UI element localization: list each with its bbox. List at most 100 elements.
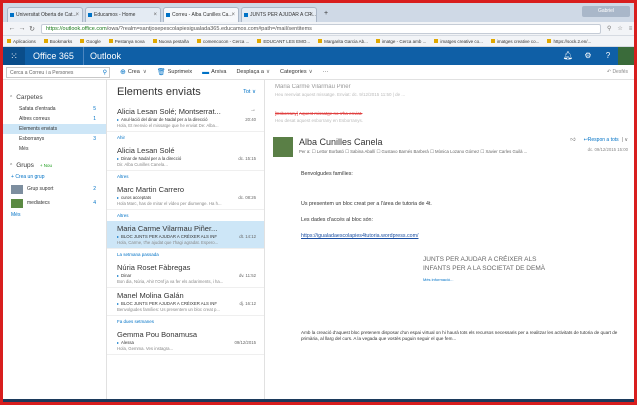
bookmark-item[interactable]: https://sock.2.en/... (547, 39, 591, 44)
chevron-down-icon[interactable]: | ∨ (622, 137, 628, 143)
message-item[interactable]: Maria Carme Vilarmau Piñer... ▸ BLOC JUNTS… (107, 221, 264, 249)
reply-all-button[interactable]: 👍︎ ↩ Respon a tots | ∨ (570, 137, 628, 143)
draft-notice[interactable]: [Esborrany] Aquest missatge no s'ha envi… (265, 111, 634, 116)
folder-label: Altres correus (19, 116, 50, 122)
expand-arrow-icon[interactable]: ▸ (117, 301, 119, 306)
bookmark-item[interactable]: Aplicacions (7, 39, 36, 44)
folder-item[interactable]: Elements enviats (3, 124, 106, 134)
app-name[interactable]: Outlook (83, 47, 121, 65)
categories-button[interactable]: Categories ∨ (280, 69, 313, 75)
new-button[interactable]: ⊕ Crea ∨ (120, 68, 147, 76)
app-launcher-icon[interactable]: ⁙ (3, 47, 25, 65)
chevron-up-icon: ⌃ (9, 163, 14, 169)
browser-tab[interactable]: Educamos - Home × (85, 7, 161, 22)
more-groups-link[interactable]: Més (3, 210, 106, 220)
bookmark-item[interactable]: Google (80, 39, 101, 44)
browser-tab[interactable]: JUNTS PER AJUDAR A CR... × (241, 7, 317, 22)
bookmark-item[interactable]: comencocon - Cerca ... (196, 39, 249, 44)
bookmark-item[interactable]: Pestanya nova (108, 39, 145, 44)
expand-arrow-icon[interactable]: ▸ (117, 195, 119, 200)
message-item[interactable]: Manel Molina Galán ▸ BLOC JUNTS PER AJUDAR… (107, 288, 264, 316)
google-icon (434, 39, 439, 43)
bell-icon[interactable]: 🔔︎ (558, 47, 578, 65)
message-from: Alicia Lesan Solé; Montserrat... (117, 107, 221, 116)
folder-label: Esborranys (19, 136, 45, 142)
bookmark-item[interactable]: Nuova pestaña (152, 39, 189, 44)
list-header: Elements enviats Tot ∨ (107, 80, 264, 104)
sender-block: Alba Cunilles Canela Per a: ☐ Lettor Bor… (299, 137, 527, 155)
forward-arrow-icon[interactable]: → (17, 25, 27, 32)
groups-header[interactable]: ⌃ Grups + Nou (3, 160, 106, 172)
link-preview-more[interactable]: Més informació... (423, 277, 563, 282)
office365-suite-bar: ⁙ Office 365 Outlook 🔔︎ ⚙ ? (3, 47, 634, 65)
folder-item[interactable]: Més (3, 144, 106, 154)
search-icon[interactable]: ⚲ (103, 68, 107, 78)
like-icon[interactable]: 👍︎ (570, 137, 575, 143)
message-item[interactable]: Alicia Lesan Solé ▸ Dinar de Nadal per a l… (107, 143, 264, 171)
group-item[interactable]: Grup suport 2 (3, 182, 106, 196)
forward-arrow-icon: → (250, 107, 256, 113)
close-icon[interactable]: × (309, 8, 313, 22)
move-button[interactable]: Desplaça a ∨ (236, 69, 270, 75)
close-icon[interactable]: × (75, 8, 79, 22)
gear-icon[interactable]: ⚙ (578, 47, 598, 65)
sender-avatar[interactable] (273, 137, 293, 157)
undo-button[interactable]: ↶ Desfés (607, 69, 628, 75)
message-paragraph: Amb la creació d'aquest bloc pretenem di… (301, 330, 618, 341)
suite-name[interactable]: Office 365 (25, 51, 83, 61)
tab-label: Educamos - Home (94, 12, 136, 18)
bookmarks-bar: Aplicacions Bookmarks Google Pestanya no… (3, 36, 634, 47)
blog-link[interactable]: https://igualadaescolapies4tutoria.wordp… (265, 233, 634, 239)
search-input[interactable]: Cerca a Correu i a Persones ⚲ (6, 66, 110, 78)
new-tab-button[interactable]: + (319, 7, 333, 22)
folder-item[interactable]: Esborranys 3 (3, 134, 106, 144)
avatar[interactable] (618, 47, 634, 65)
create-group-link[interactable]: + Crea un grup (3, 172, 106, 182)
bookmark-item[interactable]: imatges creative co... (434, 39, 483, 44)
zoom-icon[interactable]: ⚲ (607, 25, 611, 32)
bookmark-item[interactable]: Bookmarks (43, 39, 72, 44)
sender-name[interactable]: Alba Cunilles Canela (299, 137, 527, 147)
message-preview: Hola, Et reenvio el missatge que he envi… (117, 123, 219, 128)
folders-header[interactable]: ⌃ Carpetes (3, 92, 106, 104)
reload-icon[interactable]: ↻ (27, 25, 37, 33)
browser-tab-active[interactable]: Correu - Alba Cunilles Ca... × (163, 7, 239, 22)
new-group-button[interactable]: + Nou (40, 160, 52, 172)
help-icon[interactable]: ? (598, 47, 618, 65)
browser-tab-strip: Universitat Oberta de Cat... × Educamos -… (3, 3, 634, 22)
message-items: Alicia Lesan Solé; Montserrat... ▸ Anul·la… (107, 104, 264, 355)
folder-item[interactable]: Safata d'entrada 5 (3, 104, 106, 114)
bookmark-item[interactable]: Margarita Garcia Ab... (318, 39, 368, 44)
star-icon[interactable]: ☆ (617, 25, 622, 32)
expand-arrow-icon[interactable]: ▸ (117, 234, 119, 239)
archive-button[interactable]: ▬ Arxiva (202, 69, 226, 76)
expand-arrow-icon[interactable]: ▸ (117, 156, 119, 161)
expand-arrow-icon[interactable]: ▸ (117, 117, 119, 122)
message-item[interactable]: Núria Roset Fàbregas ▸ Dinar dv. 11:52 Bon d… (107, 260, 264, 288)
message-item[interactable]: Gemma Pou Bonamusa ▸ Alessa 09/12/2015 Hola,… (107, 327, 264, 355)
browser-user-chip[interactable]: Gabriel (582, 6, 630, 17)
more-button[interactable]: ··· (323, 69, 329, 75)
previous-message-sender[interactable]: Maria Carme Vilarmau Piñer (265, 84, 634, 90)
message-item[interactable]: Marc Martin Carrero ▸ curos acceptats dc. 0… (107, 182, 264, 210)
page-icon (108, 39, 113, 43)
bookmark-item[interactable]: EDUCANT LES EMO... (257, 39, 310, 44)
bookmark-item[interactable]: imatge - Cerca amb ... (375, 39, 426, 44)
message-from: Gemma Pou Bonamusa (117, 330, 198, 339)
close-icon[interactable]: × (153, 8, 157, 22)
close-icon[interactable]: × (231, 8, 235, 22)
message-item[interactable]: Alicia Lesan Solé; Montserrat... ▸ Anul·la… (107, 104, 264, 132)
bookmark-item[interactable]: imatges creative co... (490, 39, 539, 44)
link-preview-card[interactable]: JUNTS PER AJUDAR A CRÉIXER ALS INFANTS P… (423, 255, 563, 282)
menu-icon[interactable]: ≡ (629, 26, 633, 32)
url-input[interactable]: https://outlook.office.com/owa/?realm=sa… (41, 23, 601, 34)
browser-tab[interactable]: Universitat Oberta de Cat... × (7, 7, 83, 22)
back-arrow-icon[interactable]: ← (7, 25, 17, 32)
delete-button[interactable]: 🗑︎ Suprimeix (157, 68, 192, 76)
group-item[interactable]: mediatecs 4 (3, 196, 106, 210)
folder-item[interactable]: Altres correus 1 (3, 114, 106, 124)
expand-arrow-icon[interactable]: ▸ (117, 340, 119, 345)
expand-arrow-icon[interactable]: ▸ (117, 273, 119, 278)
message-subject: BLOC JUNTS PER AJUDAR A CRÉIXER ALS INF (121, 234, 218, 239)
filter-button[interactable]: Tot ∨ (243, 89, 256, 95)
